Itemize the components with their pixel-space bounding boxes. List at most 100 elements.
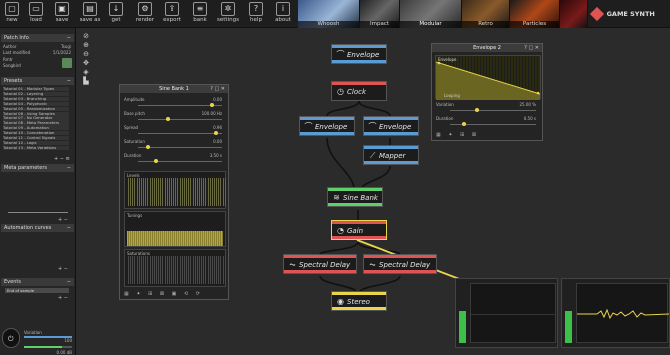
node-output-bar bbox=[300, 132, 354, 135]
oscilloscope-view[interactable] bbox=[576, 283, 669, 343]
graph-bar bbox=[222, 178, 224, 206]
wire bbox=[361, 165, 391, 188]
node-envelope-3[interactable]: ⌒ Envelope bbox=[363, 116, 419, 136]
levels-graph[interactable]: Levels bbox=[124, 171, 226, 209]
node-input-bar bbox=[332, 221, 386, 224]
graph-bar bbox=[145, 178, 147, 206]
param-slider[interactable] bbox=[138, 145, 222, 149]
graph-bar bbox=[130, 256, 132, 284]
graph-bar bbox=[151, 256, 153, 284]
oscilloscope-level-meter bbox=[565, 311, 572, 343]
envelope-2-panel-header[interactable]: Envelope 2? □ ✕ bbox=[432, 44, 542, 52]
graph-bar bbox=[166, 178, 168, 206]
graph-bar bbox=[214, 178, 215, 206]
slider-knob[interactable] bbox=[462, 122, 467, 126]
node-input-bar bbox=[364, 146, 418, 149]
param-label: Base pitch bbox=[124, 111, 145, 116]
graph-bar bbox=[181, 178, 183, 206]
param-slider[interactable] bbox=[138, 117, 222, 121]
graph-bar bbox=[181, 256, 183, 284]
graph-bar bbox=[168, 178, 170, 206]
graph-bar bbox=[134, 178, 136, 206]
graph-bar bbox=[153, 256, 155, 284]
node-mapper[interactable]: ⟋ Mapper bbox=[363, 145, 419, 165]
slider-knob[interactable] bbox=[474, 108, 479, 112]
node-input-bar bbox=[332, 45, 386, 48]
param-value: 0.00 bbox=[213, 97, 222, 102]
panel-window-buttons[interactable]: ? □ ✕ bbox=[210, 85, 225, 93]
stereo-icon: ◉ bbox=[337, 297, 344, 306]
node-output-bar bbox=[332, 236, 386, 239]
wire bbox=[319, 241, 359, 255]
param-slider[interactable] bbox=[138, 103, 222, 107]
graph-bar bbox=[201, 178, 203, 206]
panel-window-buttons[interactable]: ? □ ✕ bbox=[524, 44, 539, 52]
tunings-graph[interactable]: Tunings bbox=[124, 211, 226, 247]
wire bbox=[319, 275, 357, 292]
graph-bar bbox=[179, 178, 181, 206]
spectrum-view[interactable] bbox=[470, 283, 556, 343]
node-spectral-delay-2[interactable]: ⏦ Spectral Delay bbox=[363, 254, 437, 274]
node-input-bar bbox=[300, 117, 354, 120]
param-slider[interactable] bbox=[450, 122, 536, 126]
sine-bank-footer-tools[interactable]: ▦ ✦ ⊞ ⊠ ▣ ⟲ ⟳ bbox=[124, 291, 203, 297]
wire bbox=[326, 137, 355, 188]
sine-bank-panel: Sine Bank 1? □ ✕ Amplitude 0.00 Base pit… bbox=[119, 84, 229, 300]
graph-bar bbox=[134, 256, 136, 284]
graph-bar bbox=[147, 178, 149, 206]
node-sine-bank[interactable]: ≋ Sine Bank bbox=[327, 187, 383, 207]
node-input-bar bbox=[364, 117, 418, 120]
graph-bar bbox=[222, 256, 224, 284]
envelope-icon: ⌒ bbox=[304, 122, 313, 131]
gain-icon: ◔ bbox=[337, 226, 344, 235]
sine-bank-panel-header[interactable]: Sine Bank 1? □ ✕ bbox=[120, 85, 228, 93]
node-output-bar bbox=[364, 161, 418, 164]
graph-bar bbox=[175, 256, 177, 284]
wire bbox=[358, 100, 391, 117]
graph-bar bbox=[218, 256, 220, 284]
slider-knob[interactable] bbox=[154, 159, 158, 163]
graph-bar bbox=[149, 178, 151, 206]
graph-bar bbox=[162, 256, 164, 284]
graph-bar bbox=[198, 178, 200, 206]
graph-bar bbox=[183, 178, 185, 206]
graph-bar bbox=[158, 256, 160, 284]
slider-knob[interactable] bbox=[210, 103, 214, 107]
spectral-delay-icon: ⏦ bbox=[369, 260, 376, 269]
node-envelope-2[interactable]: ⌒ Envelope bbox=[299, 116, 355, 136]
graph-bar bbox=[160, 178, 162, 206]
saturations-graph[interactable]: Saturations bbox=[124, 249, 226, 287]
graph-bar bbox=[188, 178, 190, 206]
node-spectral-delay-1[interactable]: ⏦ Spectral Delay bbox=[283, 254, 357, 274]
param-slider[interactable] bbox=[138, 131, 222, 135]
graph-bar bbox=[128, 256, 129, 284]
slider-knob[interactable] bbox=[214, 131, 218, 135]
graph-bar bbox=[211, 178, 213, 206]
param-slider[interactable] bbox=[138, 159, 222, 163]
param-value: 0.00 bbox=[213, 139, 222, 144]
node-stereo[interactable]: ◉ Stereo bbox=[331, 291, 387, 311]
graph-bar bbox=[183, 256, 185, 284]
node-input-bar bbox=[328, 188, 382, 191]
node-input-bar bbox=[332, 82, 386, 85]
param-value: 0.50 s bbox=[523, 116, 536, 121]
graph-bar bbox=[205, 178, 207, 206]
slider-knob[interactable] bbox=[166, 117, 170, 121]
node-output-bar bbox=[284, 270, 356, 273]
param-slider[interactable] bbox=[450, 108, 536, 112]
node-envelope-1[interactable]: ⌒ Envelope bbox=[331, 44, 387, 64]
graph-bar bbox=[162, 178, 164, 206]
graph-bar bbox=[140, 256, 142, 284]
graph-bar bbox=[128, 178, 129, 206]
node-input-bar bbox=[364, 255, 436, 258]
graph-bar bbox=[220, 178, 222, 206]
slider-knob[interactable] bbox=[146, 145, 150, 149]
node-clock[interactable]: ◷ Clock bbox=[331, 81, 387, 101]
envelope-graph[interactable]: Envelope Looping bbox=[435, 55, 541, 100]
graph-bar bbox=[173, 178, 175, 206]
envelope-footer-tools[interactable]: ▦ ✦ ⊞ ⊠ bbox=[436, 132, 479, 138]
wire bbox=[359, 275, 401, 292]
graph-bar bbox=[196, 256, 198, 284]
node-gain[interactable]: ◔ Gain bbox=[331, 220, 387, 240]
param-label: Duration bbox=[124, 153, 142, 158]
